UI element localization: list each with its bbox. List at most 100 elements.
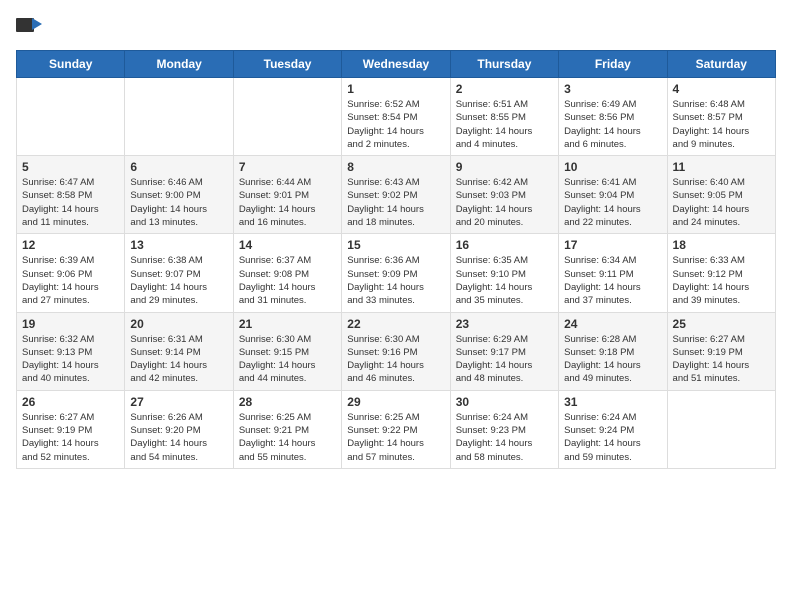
calendar-cell-1-3: 8 Sunrise: 6:43 AM Sunset: 9:02 PM Daylig… [342, 156, 450, 234]
logo-icon [16, 16, 44, 38]
day-info: Sunrise: 6:39 AM Sunset: 9:06 PM Dayligh… [22, 254, 119, 307]
calendar-cell-2-0: 12 Sunrise: 6:39 AM Sunset: 9:06 PM Dayli… [17, 234, 125, 312]
day-info: Sunrise: 6:32 AM Sunset: 9:13 PM Dayligh… [22, 333, 119, 386]
day-number: 5 [22, 160, 119, 174]
day-info: Sunrise: 6:35 AM Sunset: 9:10 PM Dayligh… [456, 254, 553, 307]
weekday-header-friday: Friday [559, 51, 667, 78]
calendar-cell-2-2: 14Sunrise: 6:37 AM Sunset: 9:08 PM Dayli… [233, 234, 341, 312]
calendar-row-3: 19 Sunrise: 6:32 AM Sunset: 9:13 PM Dayli… [17, 312, 776, 390]
day-number: 19 [22, 317, 119, 331]
day-info: Sunrise: 6:38 AM Sunset: 9:07 PM Dayligh… [130, 254, 227, 307]
calendar-cell-1-2: 7 Sunrise: 6:44 AM Sunset: 9:01 PM Daylig… [233, 156, 341, 234]
day-number: 11 [673, 160, 770, 174]
day-number: 13 [130, 238, 227, 252]
day-info: Sunrise: 6:26 AM Sunset: 9:20 PM Dayligh… [130, 411, 227, 464]
day-info: Sunrise: 6:28 AM Sunset: 9:18 PM Dayligh… [564, 333, 661, 386]
day-number: 18 [673, 238, 770, 252]
day-info: Sunrise: 6:29 AM Sunset: 9:17 PM Dayligh… [456, 333, 553, 386]
calendar-cell-0-2 [233, 78, 341, 156]
day-number: 28 [239, 395, 336, 409]
day-number: 16 [456, 238, 553, 252]
day-number: 12 [22, 238, 119, 252]
weekday-header-saturday: Saturday [667, 51, 775, 78]
calendar-cell-1-4: 9 Sunrise: 6:42 AM Sunset: 9:03 PM Daylig… [450, 156, 558, 234]
calendar-cell-3-3: 22Sunrise: 6:30 AM Sunset: 9:16 PM Dayli… [342, 312, 450, 390]
day-info: Sunrise: 6:47 AM Sunset: 8:58 PM Dayligh… [22, 176, 119, 229]
day-number: 25 [673, 317, 770, 331]
day-info: Sunrise: 6:51 AM Sunset: 8:55 PM Dayligh… [456, 98, 553, 151]
day-number: 24 [564, 317, 661, 331]
day-number: 8 [347, 160, 444, 174]
day-info: Sunrise: 6:25 AM Sunset: 9:22 PM Dayligh… [347, 411, 444, 464]
calendar-cell-4-2: 28 Sunrise: 6:25 AM Sunset: 9:21 PM Dayli… [233, 390, 341, 468]
calendar-cell-3-6: 25 Sunrise: 6:27 AM Sunset: 9:19 PM Dayli… [667, 312, 775, 390]
day-number: 2 [456, 82, 553, 96]
weekday-header-tuesday: Tuesday [233, 51, 341, 78]
day-number: 20 [130, 317, 227, 331]
calendar-cell-4-5: 31 Sunrise: 6:24 AM Sunset: 9:24 PM Dayli… [559, 390, 667, 468]
calendar-cell-2-6: 18 Sunrise: 6:33 AM Sunset: 9:12 PM Dayli… [667, 234, 775, 312]
calendar-row-0: 1 Sunrise: 6:52 AM Sunset: 8:54 PM Daylig… [17, 78, 776, 156]
weekday-header-thursday: Thursday [450, 51, 558, 78]
calendar-cell-4-4: 30Sunrise: 6:24 AM Sunset: 9:23 PM Dayli… [450, 390, 558, 468]
calendar-cell-4-6 [667, 390, 775, 468]
weekday-header-sunday: Sunday [17, 51, 125, 78]
day-info: Sunrise: 6:42 AM Sunset: 9:03 PM Dayligh… [456, 176, 553, 229]
calendar-cell-1-0: 5 Sunrise: 6:47 AM Sunset: 8:58 PM Daylig… [17, 156, 125, 234]
day-number: 29 [347, 395, 444, 409]
calendar-cell-3-5: 24 Sunrise: 6:28 AM Sunset: 9:18 PM Dayli… [559, 312, 667, 390]
day-info: Sunrise: 6:27 AM Sunset: 9:19 PM Dayligh… [673, 333, 770, 386]
day-number: 26 [22, 395, 119, 409]
day-number: 1 [347, 82, 444, 96]
day-info: Sunrise: 6:46 AM Sunset: 9:00 PM Dayligh… [130, 176, 227, 229]
day-info: Sunrise: 6:27 AM Sunset: 9:19 PM Dayligh… [22, 411, 119, 464]
day-number: 30 [456, 395, 553, 409]
calendar-cell-0-4: 2 Sunrise: 6:51 AM Sunset: 8:55 PM Daylig… [450, 78, 558, 156]
day-number: 10 [564, 160, 661, 174]
calendar-cell-0-0 [17, 78, 125, 156]
calendar-cell-3-2: 21 Sunrise: 6:30 AM Sunset: 9:15 PM Dayli… [233, 312, 341, 390]
weekday-header-monday: Monday [125, 51, 233, 78]
calendar-cell-0-1 [125, 78, 233, 156]
calendar-row-1: 5 Sunrise: 6:47 AM Sunset: 8:58 PM Daylig… [17, 156, 776, 234]
calendar-cell-1-1: 6 Sunrise: 6:46 AM Sunset: 9:00 PM Daylig… [125, 156, 233, 234]
day-info: Sunrise: 6:44 AM Sunset: 9:01 PM Dayligh… [239, 176, 336, 229]
day-info: Sunrise: 6:48 AM Sunset: 8:57 PM Dayligh… [673, 98, 770, 151]
calendar-cell-2-4: 16 Sunrise: 6:35 AM Sunset: 9:10 PM Dayli… [450, 234, 558, 312]
calendar-cell-2-5: 17 Sunrise: 6:34 AM Sunset: 9:11 PM Dayli… [559, 234, 667, 312]
day-number: 17 [564, 238, 661, 252]
day-info: Sunrise: 6:41 AM Sunset: 9:04 PM Dayligh… [564, 176, 661, 229]
day-number: 7 [239, 160, 336, 174]
day-info: Sunrise: 6:43 AM Sunset: 9:02 PM Dayligh… [347, 176, 444, 229]
day-number: 3 [564, 82, 661, 96]
day-info: Sunrise: 6:40 AM Sunset: 9:05 PM Dayligh… [673, 176, 770, 229]
day-info: Sunrise: 6:52 AM Sunset: 8:54 PM Dayligh… [347, 98, 444, 151]
day-number: 15 [347, 238, 444, 252]
day-number: 4 [673, 82, 770, 96]
day-number: 21 [239, 317, 336, 331]
day-info: Sunrise: 6:30 AM Sunset: 9:15 PM Dayligh… [239, 333, 336, 386]
weekday-header-row: SundayMondayTuesdayWednesdayThursdayFrid… [17, 51, 776, 78]
calendar-cell-4-3: 29 Sunrise: 6:25 AM Sunset: 9:22 PM Dayli… [342, 390, 450, 468]
weekday-header-wednesday: Wednesday [342, 51, 450, 78]
calendar-cell-1-6: 11 Sunrise: 6:40 AM Sunset: 9:05 PM Dayli… [667, 156, 775, 234]
day-info: Sunrise: 6:25 AM Sunset: 9:21 PM Dayligh… [239, 411, 336, 464]
calendar-cell-0-3: 1 Sunrise: 6:52 AM Sunset: 8:54 PM Daylig… [342, 78, 450, 156]
day-info: Sunrise: 6:34 AM Sunset: 9:11 PM Dayligh… [564, 254, 661, 307]
day-info: Sunrise: 6:49 AM Sunset: 8:56 PM Dayligh… [564, 98, 661, 151]
calendar-cell-2-1: 13 Sunrise: 6:38 AM Sunset: 9:07 PM Dayli… [125, 234, 233, 312]
day-info: Sunrise: 6:24 AM Sunset: 9:24 PM Dayligh… [564, 411, 661, 464]
calendar-table: SundayMondayTuesdayWednesdayThursdayFrid… [16, 50, 776, 469]
day-number: 6 [130, 160, 227, 174]
page-header [16, 16, 776, 38]
day-info: Sunrise: 6:37 AM Sunset: 9:08 PM Dayligh… [239, 254, 336, 307]
day-number: 31 [564, 395, 661, 409]
day-info: Sunrise: 6:36 AM Sunset: 9:09 PM Dayligh… [347, 254, 444, 307]
day-info: Sunrise: 6:33 AM Sunset: 9:12 PM Dayligh… [673, 254, 770, 307]
day-info: Sunrise: 6:31 AM Sunset: 9:14 PM Dayligh… [130, 333, 227, 386]
day-number: 23 [456, 317, 553, 331]
day-number: 9 [456, 160, 553, 174]
calendar-cell-4-1: 27Sunrise: 6:26 AM Sunset: 9:20 PM Dayli… [125, 390, 233, 468]
logo [16, 16, 48, 38]
calendar-cell-3-0: 19 Sunrise: 6:32 AM Sunset: 9:13 PM Dayli… [17, 312, 125, 390]
